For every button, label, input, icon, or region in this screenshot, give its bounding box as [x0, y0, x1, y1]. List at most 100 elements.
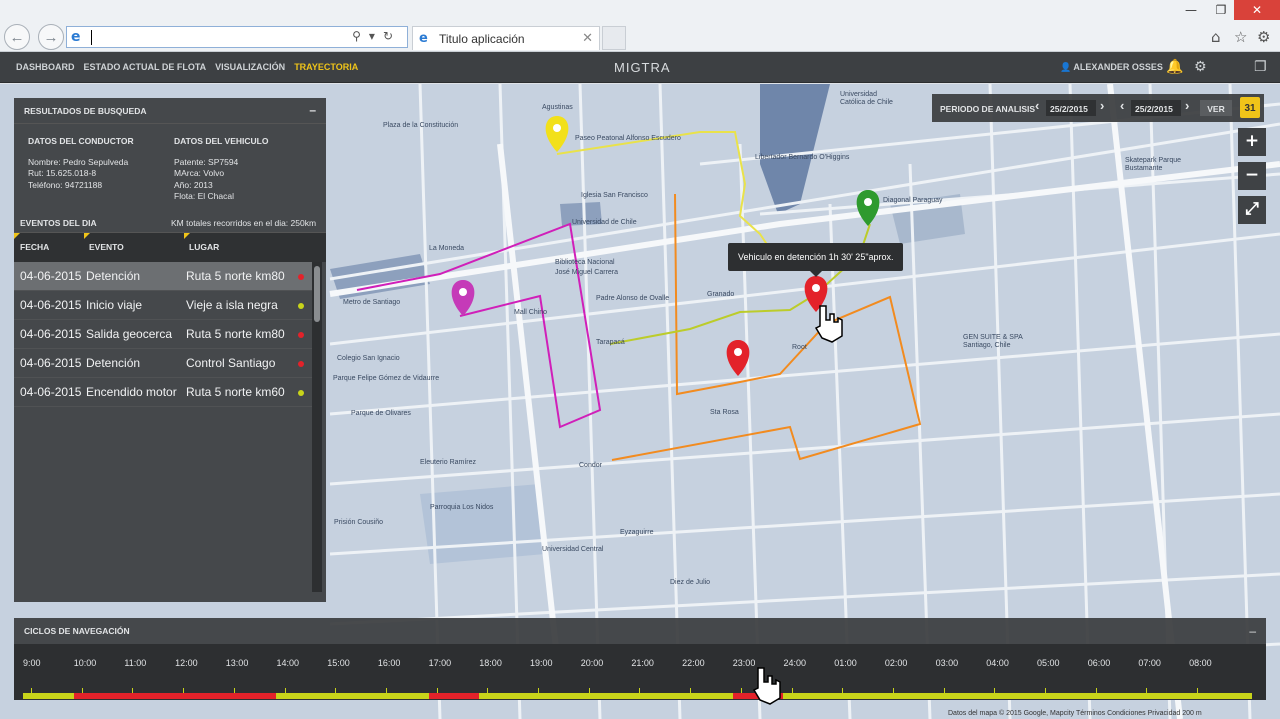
vehicle-info: DATOS DEL VEHICULO Patente: SP7594 MArca… — [174, 136, 268, 203]
scrollbar[interactable] — [312, 262, 322, 592]
back-icon[interactable]: ← — [4, 24, 30, 50]
vehicle-year: Año: 2013 — [174, 179, 213, 190]
row-fecha: 04-06-2015 — [20, 298, 82, 312]
hour-label: 9:00 — [23, 658, 41, 668]
panel-header: RESULTADOS DE BUSQUEDA – — [14, 98, 326, 124]
hour-tick — [994, 688, 996, 694]
timeline-track[interactable] — [23, 688, 1252, 699]
zoom-in-button[interactable]: + — [1238, 128, 1266, 156]
chevron-left-icon[interactable]: ‹ — [1035, 98, 1039, 113]
hour-tick — [1045, 688, 1046, 694]
text-caret — [91, 30, 92, 45]
svg-text:Universidad de Chile: Universidad de Chile — [572, 219, 637, 226]
svg-text:Skatepark Parque: Skatepark Parque — [1125, 157, 1181, 164]
settings-gear-icon[interactable]: ⚙ — [1257, 28, 1270, 46]
hour-label: 10:00 — [73, 658, 97, 668]
new-tab-button[interactable] — [602, 26, 626, 50]
table-row[interactable]: 04-06-2015 Detención Control Santiago — [14, 349, 312, 378]
calendar-icon[interactable]: 31 — [1240, 97, 1260, 118]
vehicle-heading: DATOS DEL VEHICULO — [174, 136, 269, 146]
hand-cursor-icon — [752, 667, 781, 705]
events-table-header: FECHA EVENTO LUGAR — [14, 232, 326, 262]
svg-text:Universidad: Universidad — [840, 91, 877, 98]
ie-tab-icon: e — [419, 31, 428, 46]
hour-tick — [1095, 688, 1097, 694]
svg-text:Metro de Santiago: Metro de Santiago — [343, 299, 400, 306]
hour-tick — [892, 688, 894, 694]
menu-trayectoria[interactable]: TRAYECTORIA — [294, 62, 358, 72]
hour-label: 14:00 — [276, 658, 300, 668]
row-evento: Detención — [86, 269, 141, 283]
svg-text:Diez de Julio: Diez de Julio — [670, 579, 710, 586]
favorites-star-icon[interactable]: ☆ — [1234, 28, 1247, 46]
date-to[interactable]: 25/2/2015 — [1131, 100, 1181, 116]
col-lugar[interactable]: LUGAR — [189, 242, 219, 252]
scrollbar-thumb[interactable] — [314, 266, 320, 322]
collapse-icon[interactable]: – — [1249, 624, 1256, 638]
table-row[interactable]: 04-06-2015 Inicio viaje Vieje a isla neg… — [14, 291, 312, 320]
col-evento[interactable]: EVENTO — [89, 242, 124, 252]
chevron-left-icon[interactable]: ‹ — [1120, 98, 1124, 113]
tab-close-icon[interactable]: ✕ — [582, 30, 593, 46]
hour-label: 16:00 — [377, 658, 401, 668]
stop-segment[interactable] — [428, 693, 480, 699]
browser-tab[interactable]: e Titulo aplicación ✕ — [412, 26, 600, 50]
table-row[interactable]: 04-06-2015 Detención Ruta 5 norte km80 — [14, 262, 312, 291]
col-fecha[interactable]: FECHA — [20, 242, 49, 252]
hour-tick — [588, 688, 590, 694]
svg-text:Padre Alonso de Ovalle: Padre Alonso de Ovalle — [596, 295, 669, 302]
forward-icon[interactable]: → — [38, 24, 64, 50]
table-row[interactable]: 04-06-2015 Encendido motor Ruta 5 norte … — [14, 378, 312, 407]
bell-icon[interactable]: 🔔 — [1166, 59, 1183, 75]
window-close-icon[interactable]: ✕ — [1234, 0, 1280, 20]
hour-tick — [943, 688, 945, 694]
svg-text:Root: Root — [792, 344, 807, 351]
sort-marker-icon — [84, 233, 90, 239]
panel-title: RESULTADOS DE BUSQUEDA — [24, 106, 147, 116]
user-icon: 👤 — [1060, 62, 1074, 72]
period-selector: PERIODO DE ANALISIS ‹ 25/2/2015 › ‹ 25/2… — [932, 94, 1264, 122]
hour-label: 11:00 — [124, 658, 147, 668]
user-label: ALEXANDER OSSES — [1073, 62, 1163, 72]
row-lugar: Control Santiago — [186, 356, 276, 370]
menu-dashboard[interactable]: DASHBOARD — [16, 62, 75, 72]
address-tools-icon[interactable]: ⚲▾↻ — [352, 29, 401, 43]
vehicle-brand: MArca: Volvo — [174, 168, 225, 178]
hour-tick — [842, 688, 844, 694]
hour-label: 13:00 — [225, 658, 249, 668]
date-from[interactable]: 25/2/2015 — [1046, 100, 1096, 116]
sort-marker-icon — [14, 233, 20, 239]
table-row[interactable]: 04-06-2015 Salida geocerca Ruta 5 norte … — [14, 320, 312, 349]
row-fecha: 04-06-2015 — [20, 269, 82, 283]
expand-icon[interactable]: ⤢ — [1238, 196, 1266, 224]
fullscreen-icon[interactable]: ❐ — [1254, 59, 1267, 75]
restore-icon[interactable]: ❐ — [1206, 0, 1236, 20]
minimize-icon[interactable]: — — [1176, 0, 1206, 20]
row-lugar: Ruta 5 norte km80 — [186, 327, 285, 341]
row-fecha: 04-06-2015 — [20, 356, 82, 370]
collapse-icon[interactable]: – — [309, 103, 316, 117]
row-lugar: Ruta 5 norte km80 — [186, 269, 285, 283]
hour-tick — [487, 688, 489, 694]
ver-button[interactable]: VER — [1200, 100, 1232, 116]
timeline[interactable]: 9:00 10:00 11:00 12:00 13:00 14:00 15:00 16:00 1… — [14, 644, 1266, 700]
status-dot — [298, 274, 304, 280]
zoom-out-button[interactable]: − — [1238, 162, 1266, 190]
gear-icon[interactable]: ⚙ — [1194, 59, 1207, 75]
stop-segment[interactable] — [73, 693, 277, 699]
row-evento: Detención — [86, 356, 141, 370]
hour-label: 20:00 — [580, 658, 604, 668]
vehicle-fleet: Flota: El Chacal — [174, 191, 234, 201]
svg-text:Agustinas: Agustinas — [542, 104, 573, 111]
home-icon[interactable]: ⌂ — [1211, 28, 1221, 46]
hour-tick — [1197, 688, 1199, 694]
address-bar[interactable]: e ⚲▾↻ — [66, 26, 408, 48]
status-dot — [298, 303, 304, 309]
menu-estado-flota[interactable]: ESTADO ACTUAL DE FLOTA — [84, 62, 207, 72]
chevron-right-icon[interactable]: › — [1100, 98, 1104, 113]
menu-visualizacion[interactable]: VISUALIZACIÓN — [215, 62, 285, 72]
km-label: KM totales recorridos en el dia: 250km — [171, 218, 317, 228]
chevron-right-icon[interactable]: › — [1185, 98, 1189, 113]
hour-tick — [385, 688, 387, 694]
user-name[interactable]: 👤 ALEXANDER OSSES — [1060, 62, 1163, 73]
